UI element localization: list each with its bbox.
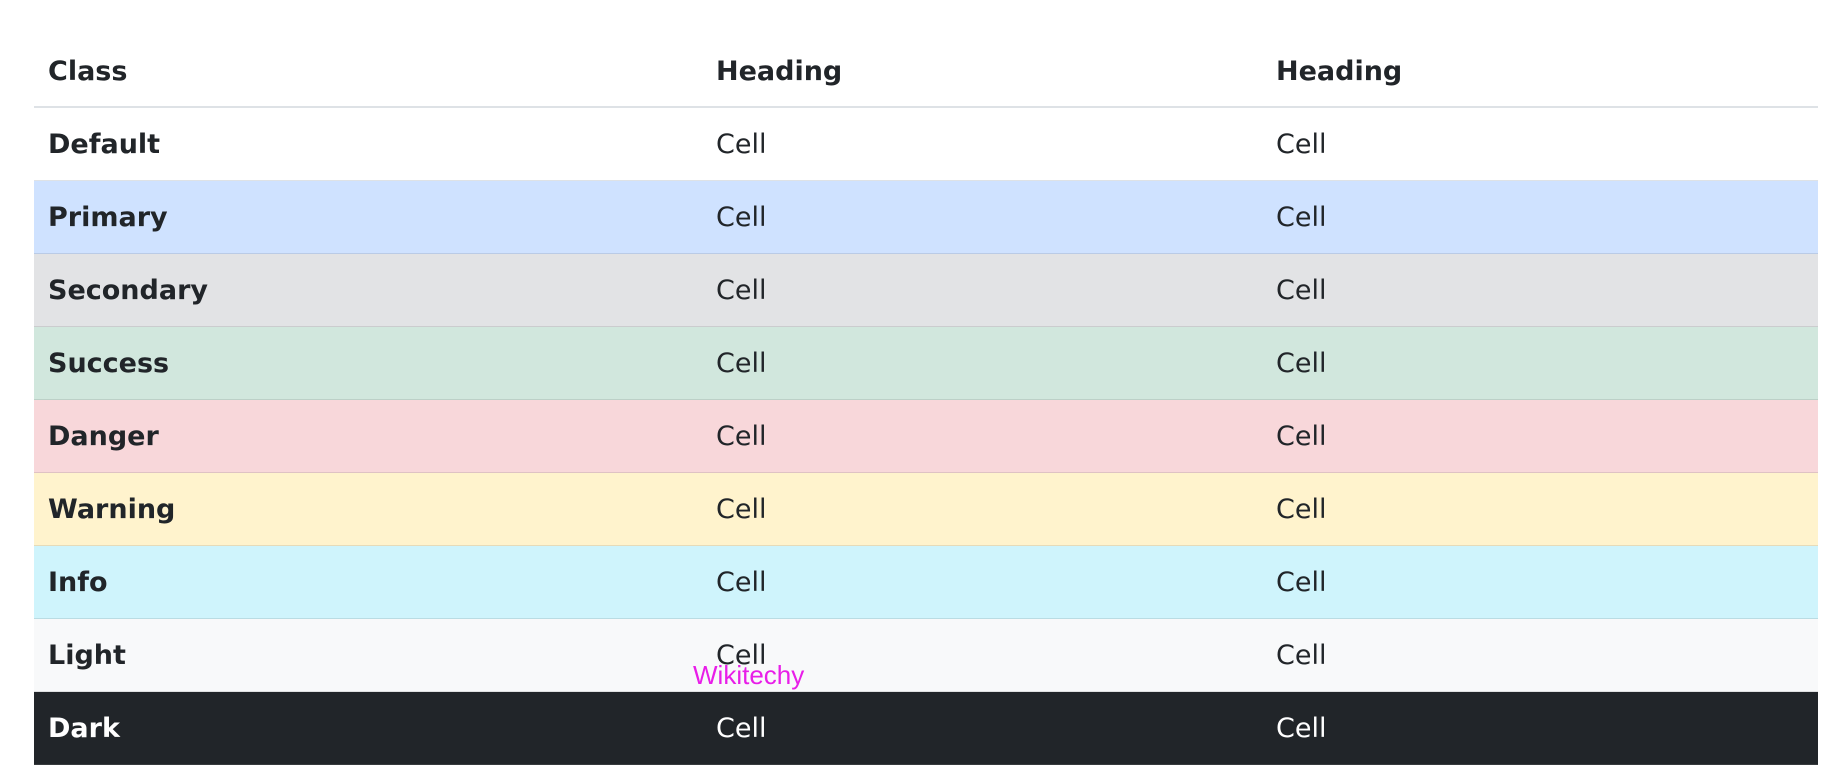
cell-default-2: Cell — [1262, 107, 1818, 181]
cell-secondary-2: Cell — [1262, 253, 1818, 327]
row-label-default: Default — [34, 107, 702, 181]
row-label-primary: Primary — [34, 180, 702, 254]
table-row-dark: Dark Cell Cell — [34, 691, 1818, 765]
cell-dark-1: Cell — [702, 691, 1262, 765]
table-row-light: Light Cell Cell — [34, 618, 1818, 692]
cell-dark-2: Cell — [1262, 691, 1818, 765]
table-row-secondary: Secondary Cell Cell — [34, 253, 1818, 327]
cell-primary-2: Cell — [1262, 180, 1818, 254]
column-header-heading-1: Heading — [702, 36, 1262, 108]
cell-secondary-1: Cell — [702, 253, 1262, 327]
table-row-success: Success Cell Cell — [34, 326, 1818, 400]
cell-danger-1: Cell — [702, 399, 1262, 473]
table-head: Class Heading Heading — [34, 36, 1818, 108]
cell-success-2: Cell — [1262, 326, 1818, 400]
cell-info-1: Cell — [702, 545, 1262, 619]
table-row-default: Default Cell Cell — [34, 107, 1818, 181]
row-label-secondary: Secondary — [34, 253, 702, 327]
cell-warning-1: Cell — [702, 472, 1262, 546]
row-label-warning: Warning — [34, 472, 702, 546]
cell-light-1: Cell — [702, 618, 1262, 692]
cell-primary-1: Cell — [702, 180, 1262, 254]
row-label-success: Success — [34, 326, 702, 400]
cell-warning-2: Cell — [1262, 472, 1818, 546]
row-label-danger: Danger — [34, 399, 702, 473]
row-label-dark: Dark — [34, 691, 702, 765]
page: Class Heading Heading Default Cell Cell … — [0, 0, 1831, 782]
table-row-info: Info Cell Cell — [34, 545, 1818, 619]
header-row: Class Heading Heading — [34, 36, 1818, 108]
cell-default-1: Cell — [702, 107, 1262, 181]
table-row-primary: Primary Cell Cell — [34, 180, 1818, 254]
table-row-danger: Danger Cell Cell — [34, 399, 1818, 473]
column-header-heading-2: Heading — [1262, 36, 1818, 108]
column-header-class: Class — [34, 36, 702, 108]
cell-info-2: Cell — [1262, 545, 1818, 619]
cell-success-1: Cell — [702, 326, 1262, 400]
row-label-light: Light — [34, 618, 702, 692]
table-row-warning: Warning Cell Cell — [34, 472, 1818, 546]
contextual-classes-table: Class Heading Heading Default Cell Cell … — [34, 36, 1818, 765]
row-label-info: Info — [34, 545, 702, 619]
cell-danger-2: Cell — [1262, 399, 1818, 473]
cell-light-2: Cell — [1262, 618, 1818, 692]
table-body: Default Cell Cell Primary Cell Cell Seco… — [34, 107, 1818, 765]
